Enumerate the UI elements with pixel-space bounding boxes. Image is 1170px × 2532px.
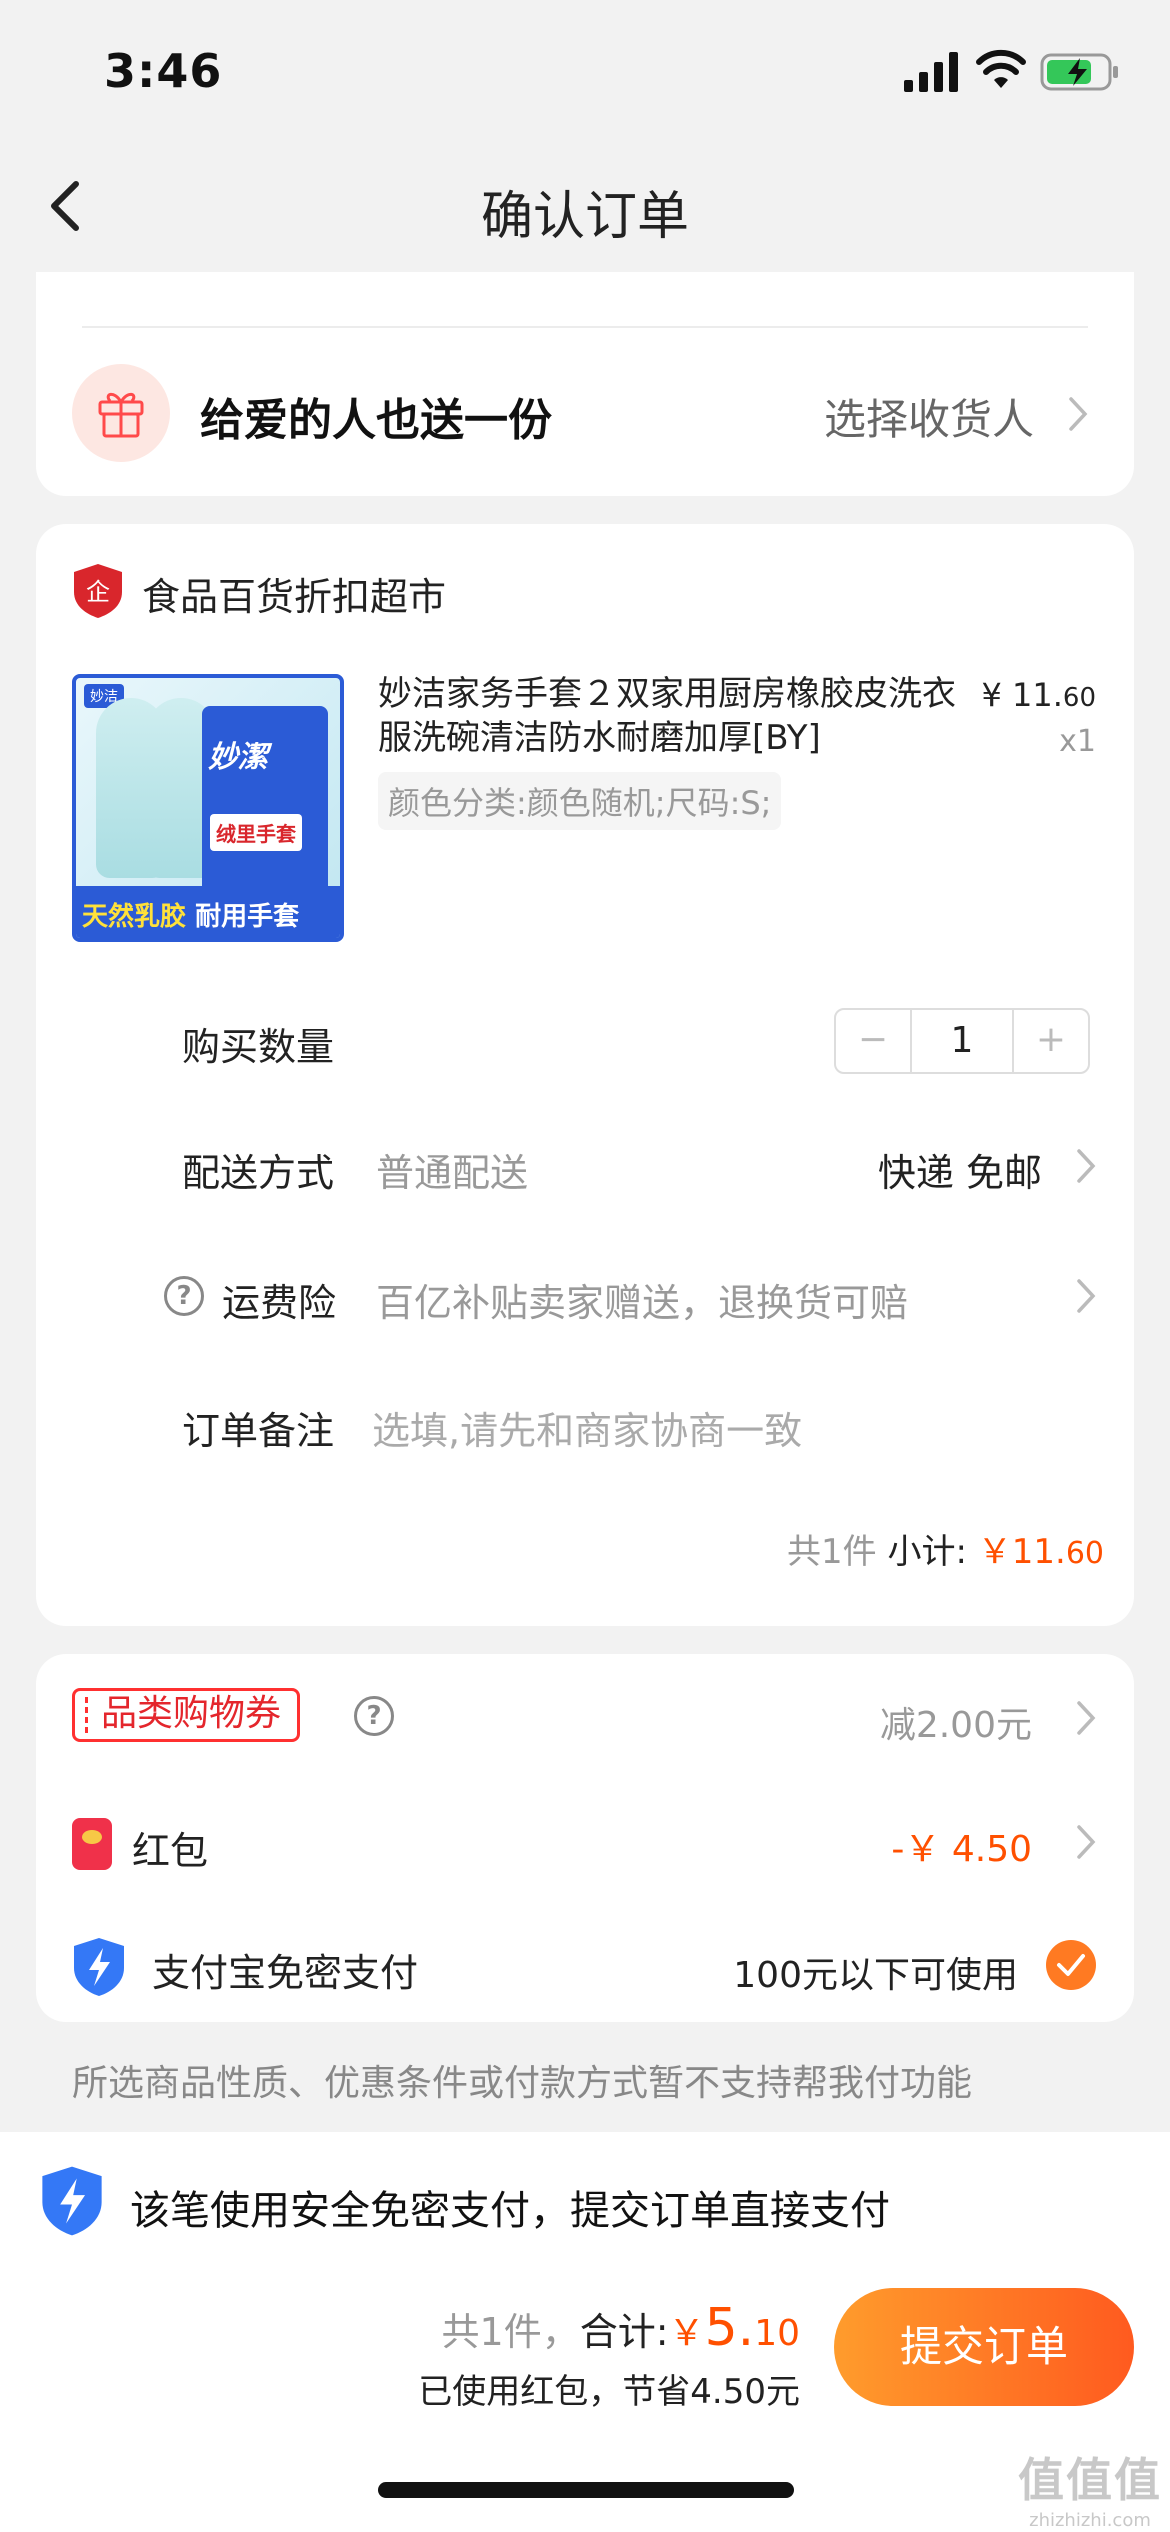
package-logo: 妙潔	[208, 740, 268, 775]
discounts-card: 品类购物券 ? 减2.00元 红包 -￥ 4.50 支付宝免密支付 100元以下…	[36, 1654, 1134, 2022]
enterprise-shield-icon: 企	[74, 564, 122, 618]
checked-icon[interactable]	[1046, 1940, 1096, 1990]
quantity-label: 购买数量	[182, 1025, 335, 1069]
total-currency: ￥	[668, 2313, 705, 2354]
help-icon[interactable]: ?	[164, 1276, 204, 1316]
subtotal: 共1件 小计: ￥11.60	[787, 1524, 1104, 1573]
navigation-bar: 确认订单	[0, 140, 1170, 272]
red-packet-value[interactable]: -￥ 4.50	[891, 1820, 1032, 1872]
total-cents: 10	[754, 2313, 800, 2354]
order-total: 共1件，合计:￥5.10	[442, 2298, 800, 2358]
status-time: 3:46	[104, 44, 223, 98]
subtotal-cents: 60	[1065, 1536, 1104, 1571]
gift-card: 给爱的人也送一份 选择收货人	[36, 272, 1134, 496]
subtotal-main: ￥11.	[977, 1532, 1066, 1572]
increment-button[interactable]: +	[1014, 1010, 1088, 1072]
subtotal-label: 小计:	[887, 1532, 967, 1572]
chevron-right-icon[interactable]	[1076, 1824, 1096, 1860]
alipay-value: 100元以下可使用	[733, 1955, 1018, 1996]
alipay-shield-icon	[74, 1938, 124, 1996]
price-main: ¥ 11.	[981, 676, 1063, 714]
insurance-label: 运费险	[222, 1281, 337, 1325]
watermark-logo-text: 值值值	[1018, 2453, 1162, 2507]
image-banner-highlight: 天然乳胶	[82, 902, 187, 932]
gift-title: 给爱的人也送一份	[200, 395, 552, 446]
shop-order-card: 企 食品百货折扣超市 妙洁 妙潔 绒里手套 天然乳胶 耐用手套 妙洁家务手套２双…	[36, 524, 1134, 1626]
image-banner-text: 耐用手套	[195, 902, 300, 932]
total-label: 合计:	[579, 2310, 669, 2354]
chevron-right-icon[interactable]	[1076, 1278, 1096, 1314]
coupon-tag: 品类购物券	[72, 1688, 301, 1742]
chevron-right-icon[interactable]	[1076, 1148, 1096, 1184]
divider	[82, 326, 1088, 328]
alipay-label: 支付宝免密支付	[152, 1951, 419, 1995]
delivery-value[interactable]: 普通配送	[376, 1142, 528, 1197]
shop-name[interactable]: 食品百货折扣超市	[142, 566, 446, 621]
subtotal-amount: ￥11.60	[978, 1532, 1104, 1572]
order-note-label: 订单备注	[182, 1409, 335, 1453]
checkout-bar: 该笔使用安全免密支付，提交订单直接支付 共1件，合计:￥5.10 已使用红包，节…	[0, 2132, 1170, 2532]
product-image[interactable]: 妙洁 妙潔 绒里手套 天然乳胶 耐用手套	[72, 674, 344, 942]
package-tag: 绒里手套	[210, 814, 302, 851]
select-recipient-link[interactable]: 选择收货人	[824, 386, 1034, 447]
watermark-site: zhizhizhi.com	[1029, 2510, 1151, 2531]
notice-text: 所选商品性质、优惠条件或付款方式暂不支持帮我付功能	[72, 2063, 973, 2104]
quantity-stepper: − 1 +	[834, 1008, 1090, 1074]
page-title: 确认订单	[480, 187, 689, 247]
delivery-label: 配送方式	[182, 1151, 335, 1195]
help-icon[interactable]: ?	[354, 1696, 394, 1736]
watermark-logo: 值值值 zhizhizhi.com	[1018, 2444, 1162, 2531]
product-package: 妙潔 绒里手套	[202, 706, 328, 906]
wifi-icon	[976, 49, 1026, 88]
chevron-right-icon[interactable]	[1076, 1700, 1096, 1736]
secure-payment-text: 该笔使用安全免密支付，提交订单直接支付	[130, 2188, 890, 2234]
product-quantity: x1	[1059, 724, 1096, 759]
coupon-value[interactable]: 减2.00元	[880, 1696, 1032, 1748]
total-count: 共1件，	[441, 2310, 580, 2354]
secure-shield-icon	[42, 2166, 102, 2236]
red-packet-label: 红包	[132, 1829, 209, 1873]
insurance-value[interactable]: 百亿补贴卖家赠送，退换货可赔	[376, 1272, 908, 1327]
subtotal-count: 共1件	[787, 1532, 877, 1572]
submit-order-button[interactable]: 提交订单	[834, 2288, 1134, 2406]
price-cents: 60	[1062, 683, 1096, 713]
cellular-signal-icon	[904, 52, 958, 92]
image-banner: 天然乳胶 耐用手套	[76, 886, 340, 938]
total-amount: ￥5.10	[668, 2298, 800, 2358]
decrement-button[interactable]: −	[836, 1010, 910, 1072]
product-title[interactable]: 妙洁家务手套２双家用厨房橡胶皮洗衣服洗碗清洁防水耐磨加厚[BY]	[378, 672, 958, 760]
red-packet-icon	[72, 1818, 112, 1870]
gift-icon	[72, 364, 170, 462]
total-main: 5.	[704, 2298, 755, 2358]
delivery-method[interactable]: 快递 免邮	[878, 1142, 1042, 1197]
quantity-value[interactable]: 1	[910, 1010, 1014, 1072]
status-bar: 3:46	[0, 0, 1170, 140]
chevron-right-icon[interactable]	[1068, 396, 1088, 432]
order-note-input[interactable]: 选填,请先和商家协商一致	[372, 1400, 802, 1455]
variant-tag: 颜色分类:颜色随机;尺码:S;	[378, 772, 782, 830]
home-indicator	[378, 2482, 794, 2498]
battery-charging-icon	[1040, 53, 1118, 91]
product-price: ¥ 11.60	[981, 676, 1096, 714]
savings-text: 已使用红包，节省4.50元	[418, 2372, 800, 2412]
svg-text:企: 企	[86, 578, 110, 606]
